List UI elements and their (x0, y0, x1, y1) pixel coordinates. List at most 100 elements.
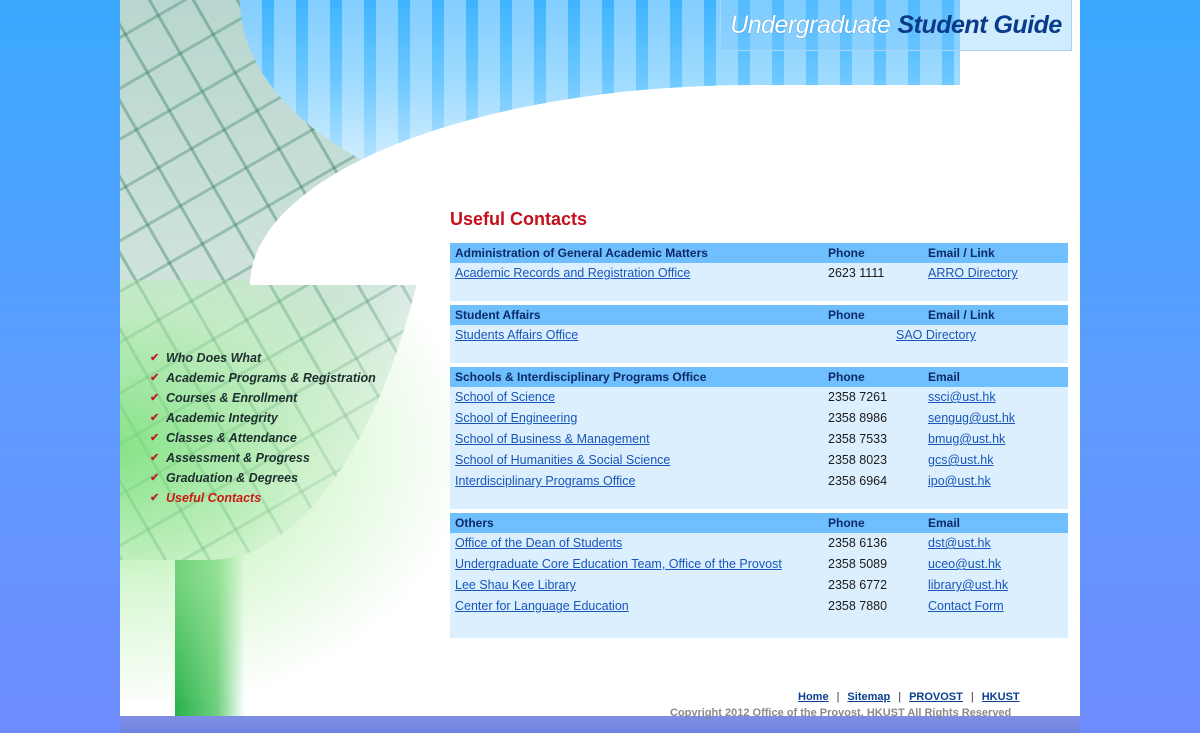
nav-item-classes[interactable]: ✔ Classes & Attendance (150, 428, 376, 448)
contacts-table-schools: Schools & Interdisciplinary Programs Off… (450, 367, 1068, 509)
side-nav: ✔ Who Does What ✔ Academic Programs & Regi… (150, 348, 376, 508)
email-link[interactable]: dst@ust.hk (928, 533, 991, 554)
email-link[interactable]: sengug@ust.hk (928, 408, 1015, 429)
nav-item-label: Classes & Attendance (166, 431, 297, 445)
nav-item-label: Useful Contacts (166, 491, 262, 505)
email-link[interactable]: SAO Directory (896, 325, 976, 346)
nav-item-label: Graduation & Degrees (166, 471, 298, 485)
email-link[interactable]: gcs@ust.hk (928, 450, 994, 471)
column-header-name: Schools & Interdisciplinary Programs Off… (455, 370, 707, 384)
nav-item-label: Who Does What (166, 351, 262, 365)
column-header-name: Others (455, 516, 494, 530)
phone-number: 2358 6964 (828, 474, 888, 488)
table-row: Interdisciplinary Programs Office 2358 6… (450, 471, 1068, 492)
table-row: School of Science 2358 7261 ssci@ust.hk (450, 387, 1068, 408)
table-row: Academic Records and Registration Office… (450, 263, 1068, 284)
phone-number: 2358 7261 (828, 390, 888, 404)
contact-link[interactable]: School of Science (455, 387, 555, 408)
phone-number: 2358 8986 (828, 411, 888, 425)
nav-item-academic-integrity[interactable]: ✔ Academic Integrity (150, 408, 376, 428)
nav-item-label: Academic Integrity (166, 411, 278, 425)
column-header-phone: Phone (828, 308, 865, 322)
footer-link-provost[interactable]: PROVOST (909, 691, 963, 703)
nav-item-courses[interactable]: ✔ Courses & Enrollment (150, 388, 376, 408)
table-row: School of Engineering 2358 8986 sengug@u… (450, 408, 1068, 429)
email-link[interactable]: uceo@ust.hk (928, 554, 1001, 575)
site-title-bold: Student Guide (897, 10, 1062, 39)
contact-link[interactable]: Office of the Dean of Students (455, 533, 622, 554)
email-link[interactable]: library@ust.hk (928, 575, 1008, 596)
column-header-name: Administration of General Academic Matte… (455, 246, 708, 260)
nav-item-academic-programs[interactable]: ✔ Academic Programs & Registration (150, 368, 376, 388)
footer-separator: | (836, 691, 840, 703)
footer-separator: | (898, 691, 902, 703)
footer-link-sitemap[interactable]: Sitemap (847, 691, 890, 703)
table-header: Student Affairs Phone Email / Link (450, 305, 1068, 325)
nav-item-useful-contacts[interactable]: ✔ Useful Contacts (150, 488, 376, 508)
copyright-text: Copyright 2012 Office of the Provost, HK… (670, 707, 1012, 719)
nav-item-label: Assessment & Progress (166, 451, 310, 465)
footer-separator: | (970, 691, 974, 703)
contact-link[interactable]: Academic Records and Registration Office (455, 263, 690, 284)
check-icon: ✔ (150, 372, 160, 384)
table-header: Others Phone Email (450, 513, 1068, 533)
column-header-phone: Phone (828, 516, 865, 530)
contact-link[interactable]: Center for Language Education (455, 596, 629, 617)
phone-number: 2623 1111 (828, 266, 885, 280)
contact-link[interactable]: Undergraduate Core Education Team, Offic… (455, 554, 782, 575)
check-icon: ✔ (150, 492, 160, 504)
table-header: Administration of General Academic Matte… (450, 243, 1068, 263)
check-icon: ✔ (150, 392, 160, 404)
contact-link[interactable]: Interdisciplinary Programs Office (455, 471, 635, 492)
contact-form-link[interactable]: Contact Form (928, 596, 1004, 617)
phone-number: 2358 8023 (828, 453, 888, 467)
nav-item-assessment[interactable]: ✔ Assessment & Progress (150, 448, 376, 468)
table-header: Schools & Interdisciplinary Programs Off… (450, 367, 1068, 387)
phone-number: 2358 7533 (828, 432, 888, 446)
phone-number: 2358 6136 (828, 536, 888, 550)
column-header-phone: Phone (828, 370, 865, 384)
column-header-phone: Phone (828, 246, 865, 260)
contact-link[interactable]: School of Engineering (455, 408, 577, 429)
column-header-email: Email (928, 370, 961, 384)
phone-number: 2358 6772 (828, 578, 888, 592)
site-title-light: Undergraduate (730, 10, 891, 39)
contact-link[interactable]: Students Affairs Office (455, 325, 578, 346)
check-icon: ✔ (150, 432, 160, 444)
footer-link-home[interactable]: Home (798, 691, 829, 703)
contacts-table-student-affairs: Student Affairs Phone Email / Link Stude… (450, 305, 1068, 363)
column-header-email: Email / Link (928, 308, 995, 322)
check-icon: ✔ (150, 352, 160, 364)
email-link[interactable]: bmug@ust.hk (928, 429, 1005, 450)
contact-link[interactable]: School of Humanities & Social Science (455, 450, 670, 471)
footer-link-hkust[interactable]: HKUST (982, 691, 1020, 703)
nav-item-label: Academic Programs & Registration (166, 371, 376, 385)
email-link[interactable]: ssci@ust.hk (928, 387, 996, 408)
page-title: Useful Contacts (450, 209, 588, 229)
nav-item-who-does-what[interactable]: ✔ Who Does What (150, 348, 376, 368)
nav-item-label: Courses & Enrollment (166, 391, 298, 405)
check-icon: ✔ (150, 472, 160, 484)
table-row: School of Business & Management 2358 753… (450, 429, 1068, 450)
table-row: Center for Language Education 2358 7880 … (450, 596, 1068, 617)
check-icon: ✔ (150, 412, 160, 424)
email-link[interactable]: ARRO Directory (928, 263, 1018, 284)
contacts-table-admin: Administration of General Academic Matte… (450, 243, 1068, 301)
nav-item-graduation[interactable]: ✔ Graduation & Degrees (150, 468, 376, 488)
footer-nav: Home | Sitemap | PROVOST | HKUST (798, 691, 1020, 703)
site-title: Undergraduate Student Guide (720, 0, 1072, 51)
table-row: Lee Shau Kee Library 2358 6772 library@u… (450, 575, 1068, 596)
column-header-email: Email / Link (928, 246, 995, 260)
contacts-table-others: Others Phone Email Office of the Dean of… (450, 513, 1068, 638)
contact-link[interactable]: School of Business & Management (455, 429, 650, 450)
column-header-email: Email (928, 516, 961, 530)
table-row: School of Humanities & Social Science 23… (450, 450, 1068, 471)
table-row: Students Affairs Office SAO Directory (450, 325, 1068, 346)
column-header-name: Student Affairs (455, 308, 541, 322)
check-icon: ✔ (150, 452, 160, 464)
email-link[interactable]: ipo@ust.hk (928, 471, 991, 492)
table-row: Undergraduate Core Education Team, Offic… (450, 554, 1068, 575)
phone-number: 2358 5089 (828, 557, 888, 571)
contact-link[interactable]: Lee Shau Kee Library (455, 575, 576, 596)
phone-number: 2358 7880 (828, 599, 888, 613)
